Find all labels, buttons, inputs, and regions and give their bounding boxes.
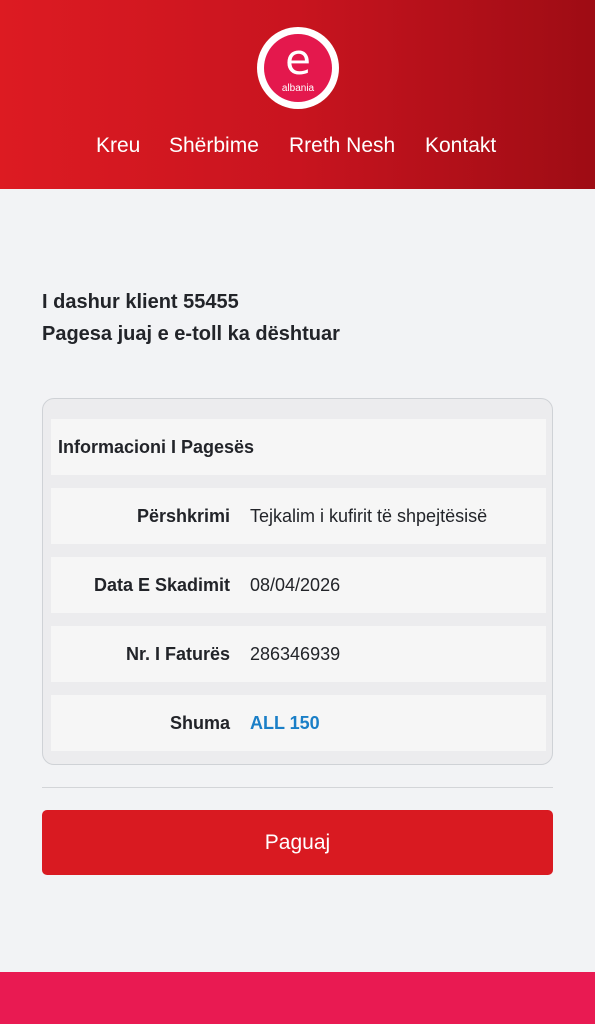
e-albania-logo[interactable]: e albania	[257, 27, 339, 109]
row-expiry-date: Data E Skadimit 08/04/2026	[51, 557, 546, 613]
logo-letter: e	[285, 35, 311, 84]
amount-value: ALL 150	[250, 713, 320, 733]
invoice-number-label: Nr. I Faturës	[125, 644, 230, 664]
main-nav: Kreu Shërbime Rreth Nesh Kontakt	[0, 130, 595, 162]
divider	[42, 787, 553, 788]
nav-item-kreu[interactable]: Kreu	[96, 130, 140, 162]
card-header: Informacioni I Pagesës	[51, 419, 546, 475]
row-amount: Shuma ALL 150	[51, 695, 546, 751]
amount-label: Shuma	[169, 713, 230, 733]
expiry-date-value: 08/04/2026	[250, 575, 341, 595]
row-invoice-number: Nr. I Faturës 286346939	[51, 626, 546, 682]
card-title: Informacioni I Pagesës	[58, 437, 255, 457]
greeting-text: I dashur klient 55455	[42, 291, 239, 313]
description-value: Tejkalim i kufirit të shpejtësisë	[250, 506, 488, 526]
site-footer	[0, 972, 595, 1024]
nav-item-sherbime[interactable]: Shërbime	[169, 130, 259, 162]
invoice-number-value: 286346939	[250, 644, 341, 664]
nav-item-rreth-nesh[interactable]: Rreth Nesh	[289, 130, 395, 162]
description-label: Përshkrimi	[136, 506, 230, 526]
payment-failed-text: Pagesa juaj e e-toll ka dështuar	[42, 323, 340, 345]
logo-circle: e albania	[264, 34, 332, 102]
logo-wordmark: albania	[281, 83, 315, 94]
nav-item-kontakt[interactable]: Kontakt	[425, 130, 496, 162]
row-description: Përshkrimi Tejkalim i kufirit të shpejtë…	[51, 488, 546, 544]
pay-button[interactable]: Paguaj	[42, 810, 553, 875]
payment-info-card: Informacioni I Pagesës Përshkrimi Tejkal…	[42, 398, 553, 765]
expiry-date-label: Data E Skadimit	[93, 575, 230, 595]
site-header: e albania Kreu Shërbime Rreth Nesh Konta…	[0, 0, 595, 189]
